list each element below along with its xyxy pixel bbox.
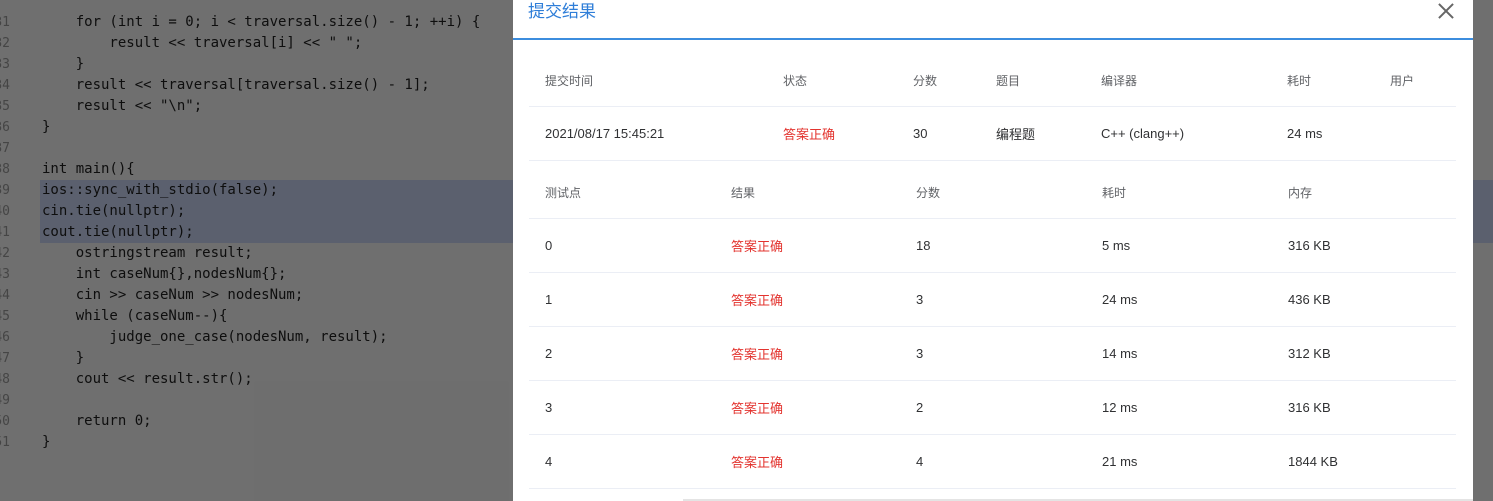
- testcase-id: 0: [545, 238, 553, 253]
- col-problem: 题目: [996, 73, 1021, 88]
- duration: 24 ms: [1287, 126, 1323, 141]
- col-score: 分数: [916, 185, 941, 200]
- testcase-score: 3: [916, 346, 924, 361]
- summary-table: 提交时间 状态 分数 题目 编译器 耗时 用户 2021/08/17 15:45…: [529, 54, 1456, 161]
- testcase-table: 测试点 结果 分数 耗时 内存 0 答案正确 18 5 ms 316 KB 1 答案正确 3 2…: [529, 166, 1456, 489]
- status-badge: 答案正确: [783, 127, 836, 142]
- col-status: 状态: [783, 73, 808, 88]
- table-row: 3 答案正确 2 12 ms 316 KB: [529, 381, 1456, 435]
- testcase-time: 14 ms: [1102, 346, 1138, 361]
- table-row: 2 答案正确 3 14 ms 312 KB: [529, 327, 1456, 381]
- testcase-id: 2: [545, 346, 553, 361]
- col-time: 耗时: [1102, 185, 1127, 200]
- testcase-time: 12 ms: [1102, 400, 1138, 415]
- dialog-title: 提交结果: [528, 2, 596, 22]
- testcase-memory: 1844 KB: [1288, 454, 1338, 469]
- testcase-time: 24 ms: [1102, 292, 1138, 307]
- table-row: 4 答案正确 4 21 ms 1844 KB: [529, 435, 1456, 489]
- testcase-score: 2: [916, 400, 924, 415]
- testcase-id: 3: [545, 400, 553, 415]
- col-result: 结果: [731, 185, 756, 200]
- col-compiler: 编译器: [1101, 73, 1138, 88]
- testcase-time: 5 ms: [1102, 238, 1131, 253]
- testcase-memory: 316 KB: [1288, 238, 1331, 253]
- testcase-result: 答案正确: [731, 239, 784, 254]
- testcase-table-header: 测试点 结果 分数 耗时 内存: [529, 166, 1456, 219]
- col-memory: 内存: [1288, 185, 1313, 200]
- testcase-score: 18: [916, 238, 931, 253]
- compiler: C++ (clang++): [1101, 126, 1185, 141]
- close-icon[interactable]: [1435, 0, 1457, 22]
- testcase-id: 4: [545, 454, 553, 469]
- problem-link[interactable]: 编程题: [996, 107, 1035, 160]
- summary-row: 2021/08/17 15:45:21 答案正确 30 编程题 C++ (cla…: [529, 107, 1456, 161]
- testcase-memory: 436 KB: [1288, 292, 1331, 307]
- col-duration: 耗时: [1287, 73, 1312, 88]
- testcase-result: 答案正确: [731, 347, 784, 362]
- submit-time: 2021/08/17 15:45:21: [545, 126, 665, 141]
- col-testcase: 测试点: [545, 185, 582, 200]
- summary-table-header: 提交时间 状态 分数 题目 编译器 耗时 用户: [529, 54, 1456, 107]
- dialog-header: 提交结果: [513, 0, 1473, 40]
- testcase-memory: 312 KB: [1288, 346, 1331, 361]
- col-user: 用户: [1390, 73, 1415, 88]
- col-submit-time: 提交时间: [545, 73, 594, 88]
- table-row: 1 答案正确 3 24 ms 436 KB: [529, 273, 1456, 327]
- submission-result-dialog: 提交结果 提交时间 状态 分数 题目 编译器 耗时 用户 2021/08/17 …: [513, 0, 1473, 501]
- testcase-score: 3: [916, 292, 924, 307]
- testcase-result: 答案正确: [731, 293, 784, 308]
- testcase-memory: 316 KB: [1288, 400, 1331, 415]
- testcase-result: 答案正确: [731, 455, 784, 470]
- table-row: 0 答案正确 18 5 ms 316 KB: [529, 219, 1456, 273]
- testcase-id: 1: [545, 292, 553, 307]
- testcase-result: 答案正确: [731, 401, 784, 416]
- testcase-score: 4: [916, 454, 924, 469]
- score: 30: [913, 126, 928, 141]
- testcase-time: 21 ms: [1102, 454, 1138, 469]
- col-score: 分数: [913, 73, 938, 88]
